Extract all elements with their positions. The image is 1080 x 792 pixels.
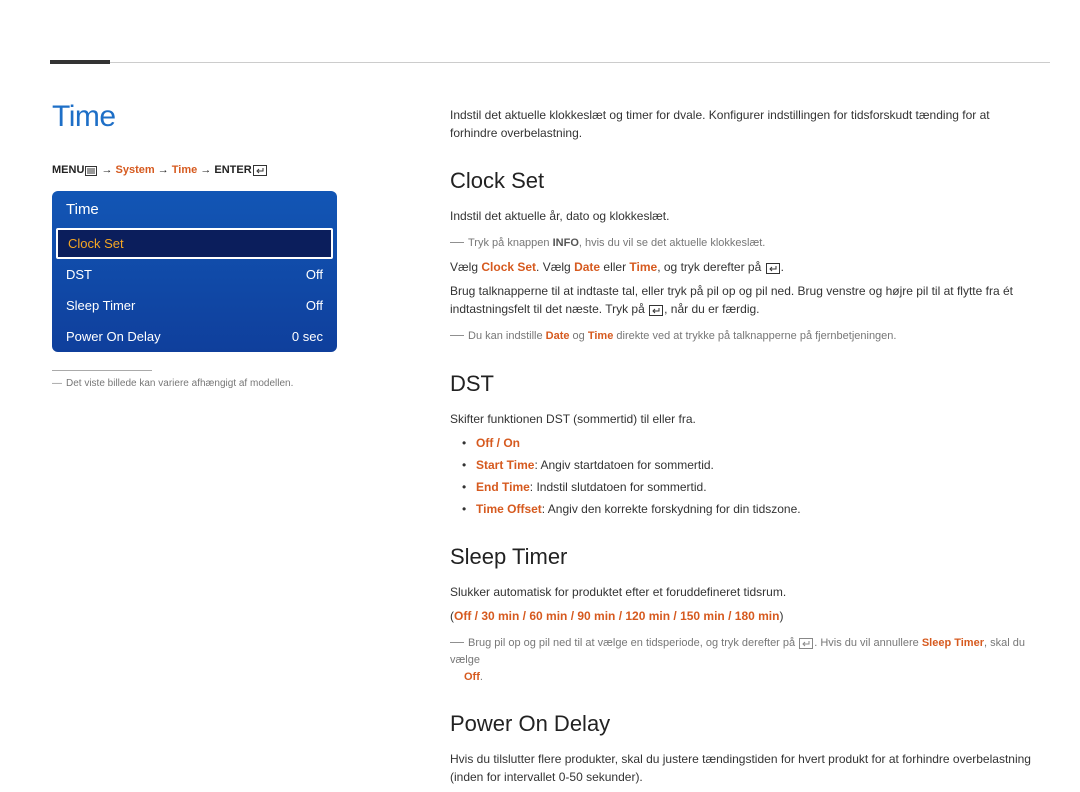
menu-row-value: Off xyxy=(306,298,323,313)
page-title: Time xyxy=(52,100,352,134)
clock-set-p3: Brug talknapperne til at indtaste tal, e… xyxy=(450,282,1040,318)
dst-start-time: Start Time: Angiv startdatoen for sommer… xyxy=(476,456,1040,474)
sleep-opts: (Off / 30 min / 60 min / 90 min / 120 mi… xyxy=(450,607,1040,625)
footnote-separator xyxy=(52,370,152,371)
clock-set-p2: Vælg Clock Set. Vælg Date eller Time, og… xyxy=(450,258,1040,276)
menu-row-value: Off xyxy=(306,267,323,282)
clock-set-note2: ―Du kan indstille Date og Time direkte v… xyxy=(450,324,1040,345)
intro-text: Indstil det aktuelle klokkeslæt og timer… xyxy=(450,106,1040,142)
breadcrumb-menu: MENU xyxy=(52,164,84,176)
menu-icon xyxy=(85,166,97,176)
breadcrumb-arrow: → xyxy=(158,164,172,176)
breadcrumb-system: System xyxy=(116,164,155,176)
breadcrumb: MENU → System → Time → ENTER xyxy=(52,164,352,176)
heading-power-on-delay: Power On Delay xyxy=(450,707,1040,740)
dst-time-offset: Time Offset: Angiv den korrekte forskydn… xyxy=(476,500,1040,518)
sleep-p1: Slukker automatisk for produktet efter e… xyxy=(450,583,1040,601)
enter-icon xyxy=(253,165,267,176)
clock-set-p1: Indstil det aktuelle år, dato og klokkes… xyxy=(450,207,1040,225)
menu-row-sleep-timer[interactable]: Sleep Timer Off xyxy=(52,290,337,321)
dst-opt: Off / On xyxy=(476,434,1040,452)
breadcrumb-time: Time xyxy=(172,164,197,176)
menu-row-value: 0 sec xyxy=(292,329,323,344)
top-tab-marker xyxy=(50,60,110,64)
menu-row-label: DST xyxy=(66,267,92,282)
dst-end-time: End Time: Indstil slutdatoen for sommert… xyxy=(476,478,1040,496)
enter-icon xyxy=(799,638,813,649)
sleep-note: ―Brug pil op og pil ned til at vælge en … xyxy=(450,631,1040,685)
menu-row-label: Sleep Timer xyxy=(66,298,135,313)
menu-row-dst[interactable]: DST Off xyxy=(52,259,337,290)
dst-bullets: Off / On Start Time: Angiv startdatoen f… xyxy=(450,434,1040,518)
heading-dst: DST xyxy=(450,367,1040,400)
left-footnote: ―Det viste billede kan variere afhængigt… xyxy=(52,377,352,391)
power-p1: Hvis du tilslutter flere produkter, skal… xyxy=(450,750,1040,786)
top-divider xyxy=(50,62,1050,63)
menu-row-clock-set[interactable]: Clock Set xyxy=(56,228,333,259)
clock-set-note1: ―Tryk på knappen INFO, hvis du vil se de… xyxy=(450,231,1040,252)
menu-header: Time xyxy=(52,191,337,228)
enter-icon xyxy=(649,305,663,316)
heading-clock-set: Clock Set xyxy=(450,164,1040,197)
breadcrumb-enter: ENTER xyxy=(214,164,251,176)
menu-row-power-on-delay[interactable]: Power On Delay 0 sec xyxy=(52,321,337,352)
time-menu-panel: Time Clock Set DST Off Sleep Timer Off P… xyxy=(52,191,337,352)
enter-icon xyxy=(766,263,780,274)
dst-p1: Skifter funktionen DST (sommertid) til e… xyxy=(450,410,1040,428)
breadcrumb-arrow: → xyxy=(200,164,214,176)
heading-sleep-timer: Sleep Timer xyxy=(450,540,1040,573)
breadcrumb-arrow: → xyxy=(101,164,115,176)
menu-row-label: Power On Delay xyxy=(66,329,161,344)
menu-row-label: Clock Set xyxy=(68,236,124,251)
